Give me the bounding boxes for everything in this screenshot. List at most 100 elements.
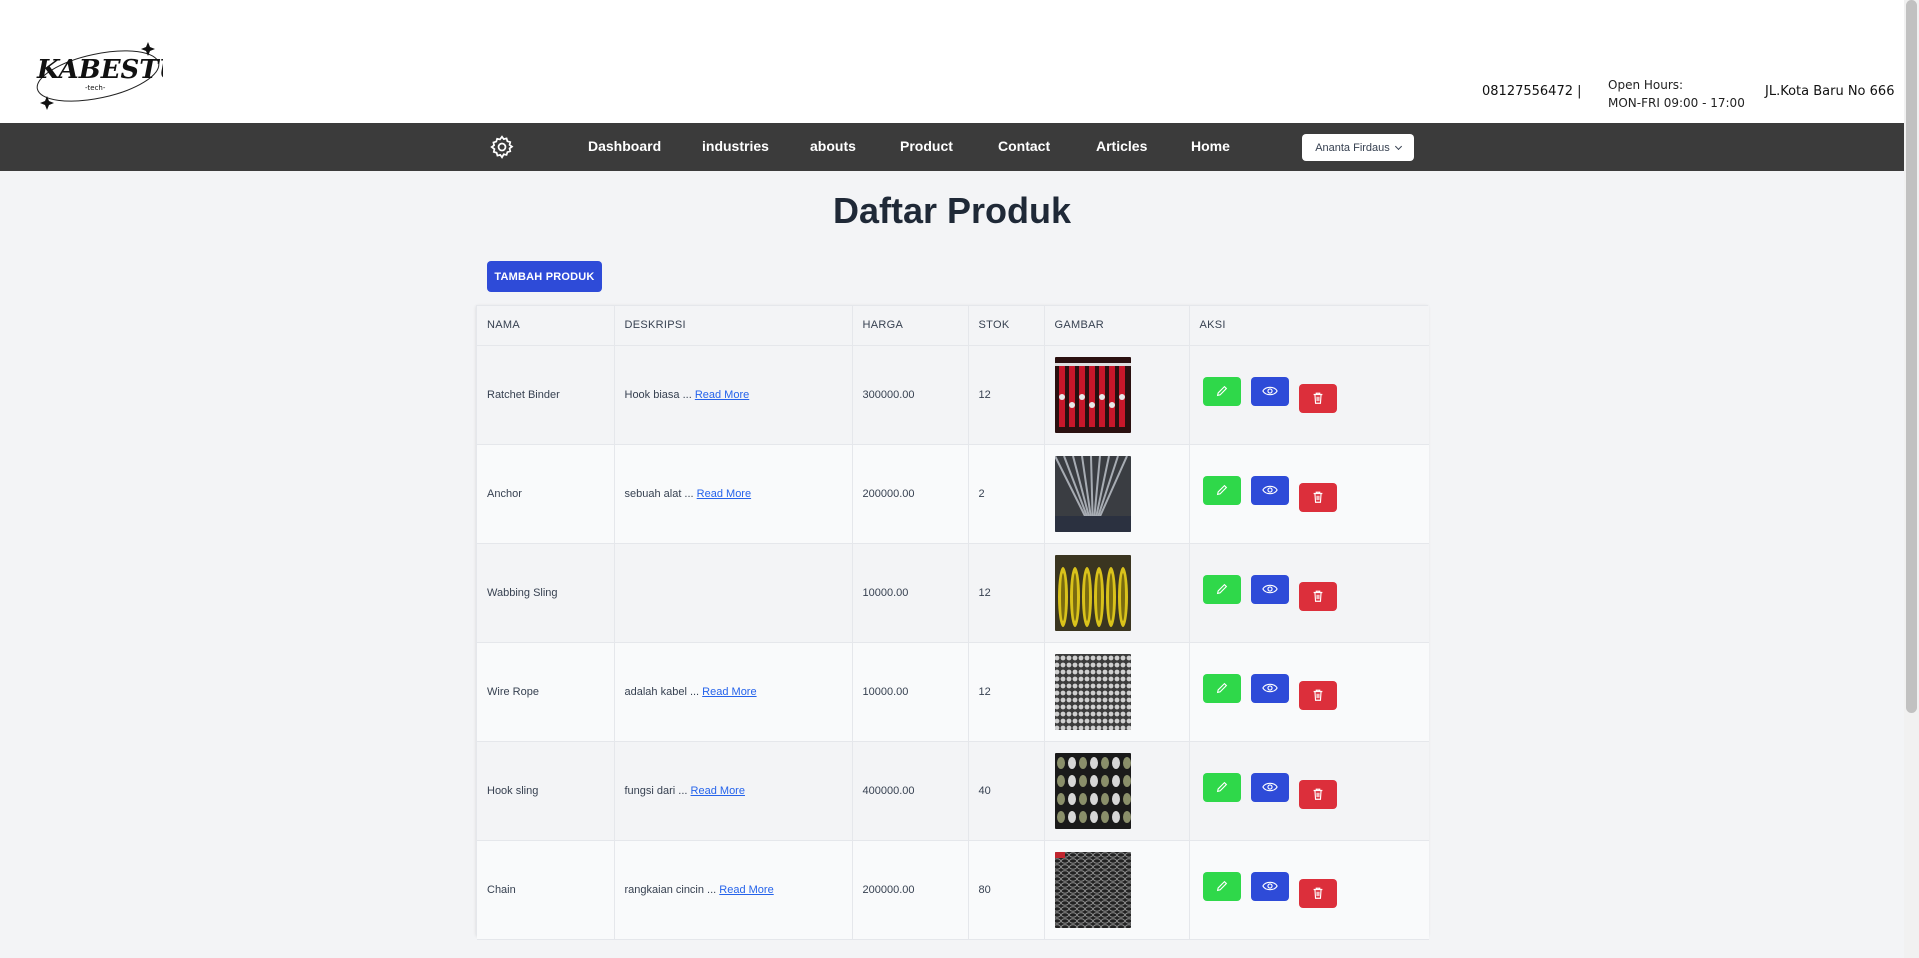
col-stok: STOK [968,306,1045,346]
logo-text: KABESTU [36,55,163,85]
main-nav: Dashboard industries abouts Product Cont… [0,123,1904,171]
delete-button[interactable] [1298,878,1337,908]
delete-button[interactable] [1298,779,1337,809]
col-deskripsi: DESKRIPSI [614,306,853,346]
page-title: Daftar Produk [832,190,1072,231]
edit-button[interactable] [1202,574,1241,604]
view-button[interactable] [1250,673,1289,703]
product-image [1054,455,1131,532]
user-name: Ananta Firdaus [1315,141,1390,154]
read-more-link[interactable]: Read More [695,389,749,401]
scrollbar-thumb[interactable] [1906,0,1917,713]
cell-nama: Chain [477,840,615,940]
table-row: Wabbing Sling 10000.00 12 [477,543,1429,643]
cell-deskripsi: fungsi dari ... Read More [614,741,853,841]
read-more-link[interactable]: Read More [719,884,773,896]
hours-label: Open Hours: [1608,78,1684,92]
edit-button[interactable] [1202,772,1241,802]
cell-aksi [1189,345,1429,445]
trash-icon [1313,887,1322,899]
edit-button[interactable] [1202,376,1241,406]
description-text: fungsi dari ... [624,784,691,797]
read-more-link[interactable]: Read More [697,488,751,500]
cell-nama: Wire Rope [477,642,615,742]
cell-deskripsi [614,543,853,643]
open-hours: Open Hours: MON-FRI 09:00 - 17:00 [1608,76,1745,112]
cell-deskripsi: sebuah alat ... Read More [614,444,853,544]
cell-stok: 12 [968,642,1045,742]
pencil-icon [1216,880,1227,892]
cell-deskripsi: Hook biasa ... Read More [614,345,853,445]
eye-icon [1261,881,1278,891]
cell-aksi [1189,642,1429,742]
logo[interactable]: KABESTU -tech- [33,38,163,110]
edit-button[interactable] [1202,673,1241,703]
view-button[interactable] [1250,772,1289,802]
delete-button[interactable] [1298,383,1337,413]
cell-harga: 300000.00 [852,345,969,445]
trash-icon [1313,788,1322,800]
cell-aksi [1189,444,1429,544]
cell-stok: 40 [968,741,1045,841]
nav-abouts[interactable]: abouts [810,138,856,154]
col-aksi: AKSI [1189,306,1429,346]
contact-phone: 08127556472 | [1482,84,1582,99]
eye-icon [1261,782,1278,792]
product-image [1054,851,1131,928]
scrollbar[interactable] [1904,0,1919,958]
view-button[interactable] [1250,574,1289,604]
description-text: rangkaian cincin ... [624,883,720,896]
cell-gambar [1044,840,1190,940]
cell-nama: Ratchet Binder [477,345,615,445]
user-menu-button[interactable]: Ananta Firdaus [1302,134,1414,161]
cell-aksi [1189,741,1429,841]
nav-product[interactable]: Product [900,138,953,154]
product-image [1054,752,1131,829]
edit-button[interactable] [1202,475,1241,505]
pencil-icon [1216,682,1227,694]
cell-aksi [1189,840,1429,940]
cell-harga: 200000.00 [852,444,969,544]
nav-contact[interactable]: Contact [998,138,1050,154]
trash-icon [1313,491,1322,503]
eye-icon [1261,386,1278,396]
cell-nama: Anchor [477,444,615,544]
cell-nama: Wabbing Sling [477,543,615,643]
cell-stok: 12 [968,543,1045,643]
product-table: NAMA DESKRIPSI HARGA STOK GAMBAR AKSI Ra… [476,305,1429,940]
description-text: Hook biasa ... [624,388,695,401]
cell-gambar [1044,345,1190,445]
delete-button[interactable] [1298,482,1337,512]
table-row: Hook sling fungsi dari ... Read More 40000… [477,741,1429,841]
cell-stok: 12 [968,345,1045,445]
cell-gambar [1044,642,1190,742]
table-row: Chain rangkaian cincin ... Read More 20000… [477,840,1429,940]
delete-button[interactable] [1298,581,1337,611]
cell-harga: 10000.00 [852,642,969,742]
nav-industries[interactable]: industries [702,138,769,154]
chevron-down-icon [1394,142,1402,150]
pencil-icon [1216,484,1227,496]
description-text: sebuah alat ... [624,487,697,500]
logo-subtext: -tech- [85,84,106,92]
nav-articles[interactable]: Articles [1096,138,1147,154]
nav-home[interactable]: Home [1191,138,1230,154]
cell-aksi [1189,543,1429,643]
cell-deskripsi: rangkaian cincin ... Read More [614,840,853,940]
read-more-link[interactable]: Read More [691,785,745,797]
cell-gambar [1044,444,1190,544]
edit-button[interactable] [1202,871,1241,901]
add-product-button[interactable]: TAMBAH PRODUK [487,261,602,292]
delete-button[interactable] [1298,680,1337,710]
view-button[interactable] [1250,475,1289,505]
table-row: Wire Rope adalah kabel ... Read More 10000… [477,642,1429,742]
trash-icon [1313,392,1322,404]
table-header-row: NAMA DESKRIPSI HARGA STOK GAMBAR AKSI [477,306,1429,346]
read-more-link[interactable]: Read More [702,686,756,698]
view-button[interactable] [1250,871,1289,901]
nav-dashboard[interactable]: Dashboard [588,138,661,154]
cell-gambar [1044,543,1190,643]
view-button[interactable] [1250,376,1289,406]
eye-icon [1261,485,1278,495]
cell-stok: 80 [968,840,1045,940]
